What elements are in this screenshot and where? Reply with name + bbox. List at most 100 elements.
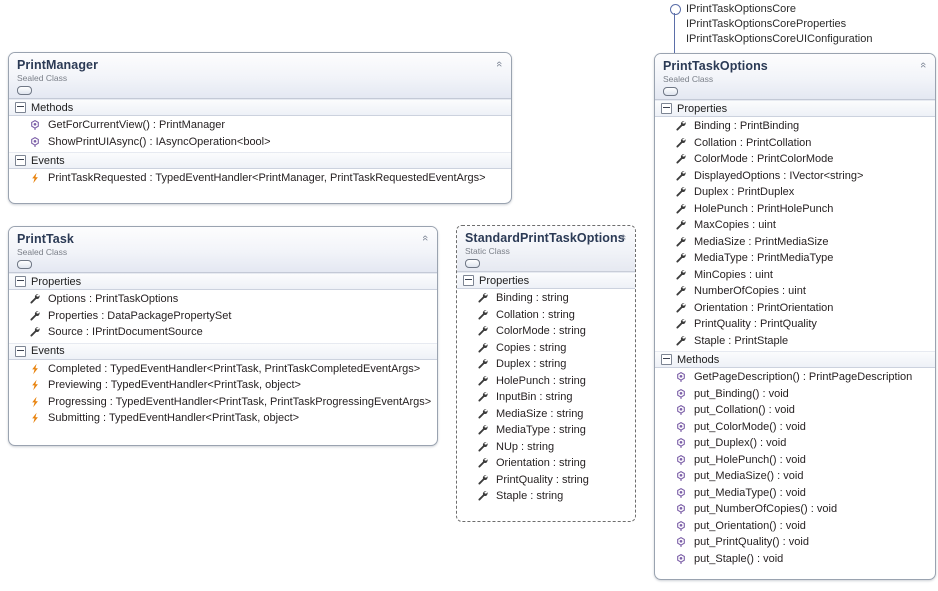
member-row[interactable]: DisplayedOptions : IVector<string>: [655, 168, 935, 185]
member-row[interactable]: MinCopies : uint: [655, 267, 935, 284]
member-row[interactable]: NumberOfCopies : uint: [655, 283, 935, 300]
member-row[interactable]: GetPageDescription() : PrintPageDescript…: [655, 369, 935, 386]
event-lightning-icon: [29, 172, 41, 184]
minus-box-icon[interactable]: [15, 155, 26, 166]
member-row[interactable]: put_Collation() : void: [655, 402, 935, 419]
method-icon: [675, 487, 687, 499]
collapse-chevron-icon[interactable]: «: [419, 232, 431, 244]
class-title: PrintManager: [17, 58, 99, 72]
member-row[interactable]: Previewing : TypedEventHandler<PrintTask…: [9, 377, 437, 394]
class-box-print-task[interactable]: « PrintTask Sealed Class Properties Options …: [8, 226, 438, 446]
member-signature: Duplex : PrintDuplex: [694, 186, 795, 199]
section-header-properties[interactable]: Properties: [457, 272, 635, 289]
member-row[interactable]: Staple : PrintStaple: [655, 333, 935, 350]
member-row[interactable]: Duplex : string: [457, 356, 635, 373]
method-icon: [675, 454, 687, 466]
class-stereotype: Sealed Class: [17, 73, 68, 83]
member-row[interactable]: ShowPrintUIAsync() : IAsyncOperation<boo…: [9, 134, 511, 151]
member-row[interactable]: MediaType : PrintMediaType: [655, 250, 935, 267]
member-row[interactable]: put_MediaType() : void: [655, 485, 935, 502]
property-wrench-icon: [675, 186, 687, 198]
member-signature: put_MediaSize() : void: [694, 470, 804, 483]
minus-box-icon[interactable]: [661, 103, 672, 114]
collapse-chevron-icon[interactable]: «: [493, 58, 505, 70]
section-header-events[interactable]: Events: [9, 342, 437, 360]
section-header-methods[interactable]: Methods: [655, 351, 935, 368]
property-wrench-icon: [477, 490, 489, 502]
class-box-print-manager[interactable]: « PrintManager Sealed Class Methods GetForCu…: [8, 52, 512, 204]
member-signature: put_ColorMode() : void: [694, 420, 806, 433]
section-label: Methods: [31, 101, 74, 114]
member-row[interactable]: GetForCurrentView() : PrintManager: [9, 117, 511, 134]
member-signature: put_Duplex() : void: [694, 437, 787, 450]
member-row[interactable]: put_ColorMode() : void: [655, 419, 935, 436]
member-row[interactable]: MediaSize : string: [457, 406, 635, 423]
property-wrench-icon: [675, 269, 687, 281]
member-row[interactable]: Progressing : TypedEventHandler<PrintTas…: [9, 394, 437, 411]
member-signature: Binding : string: [496, 292, 569, 305]
member-row[interactable]: put_PrintQuality() : void: [655, 534, 935, 551]
member-row[interactable]: MediaType : string: [457, 422, 635, 439]
member-row[interactable]: ColorMode : string: [457, 323, 635, 340]
method-icon: [29, 119, 41, 131]
member-row[interactable]: MediaSize : PrintMediaSize: [655, 234, 935, 251]
class-header-print-task-options: « PrintTaskOptions Sealed Class: [655, 54, 935, 100]
member-row[interactable]: Collation : PrintCollation: [655, 135, 935, 152]
member-row[interactable]: Copies : string: [457, 340, 635, 357]
member-row[interactable]: PrintTaskRequested : TypedEventHandler<P…: [9, 170, 511, 187]
member-row[interactable]: NUp : string: [457, 439, 635, 456]
member-row[interactable]: Duplex : PrintDuplex: [655, 184, 935, 201]
section-label: Properties: [479, 274, 530, 287]
member-row[interactable]: put_NumberOfCopies() : void: [655, 501, 935, 518]
class-box-print-task-options[interactable]: « PrintTaskOptions Sealed Class Properties B…: [654, 53, 936, 580]
member-row[interactable]: Completed : TypedEventHandler<PrintTask,…: [9, 361, 437, 378]
section-header-properties[interactable]: Properties: [9, 273, 437, 290]
collapse-chevron-icon[interactable]: «: [617, 231, 629, 243]
member-row[interactable]: put_Orientation() : void: [655, 518, 935, 535]
member-signature: HolePunch : PrintHolePunch: [694, 202, 834, 215]
method-icon: [675, 553, 687, 565]
section-header-events[interactable]: Events: [9, 152, 511, 169]
member-row[interactable]: Options : PrintTaskOptions: [9, 291, 437, 308]
collapse-chevron-icon[interactable]: «: [917, 59, 929, 71]
member-row[interactable]: put_Staple() : void: [655, 551, 935, 568]
member-row[interactable]: put_Binding() : void: [655, 386, 935, 403]
member-row[interactable]: PrintQuality : PrintQuality: [655, 316, 935, 333]
member-row[interactable]: Source : IPrintDocumentSource: [9, 324, 437, 341]
minus-box-icon[interactable]: [661, 354, 672, 365]
member-row[interactable]: Collation : string: [457, 307, 635, 324]
member-row[interactable]: ColorMode : PrintColorMode: [655, 151, 935, 168]
member-list: GetPageDescription() : PrintPageDescript…: [655, 368, 935, 569]
member-row[interactable]: HolePunch : PrintHolePunch: [655, 201, 935, 218]
minus-box-icon[interactable]: [463, 275, 474, 286]
member-row[interactable]: Staple : string: [457, 488, 635, 505]
method-icon: [675, 437, 687, 449]
event-lightning-icon: [29, 379, 41, 391]
member-signature: GetForCurrentView() : PrintManager: [48, 119, 226, 132]
member-signature: ShowPrintUIAsync() : IAsyncOperation<boo…: [48, 135, 271, 148]
class-box-standard-print-task-options[interactable]: «StandardPrintTaskOptions Static Class Pro…: [456, 225, 636, 522]
member-row[interactable]: InputBin : string: [457, 389, 635, 406]
member-row[interactable]: HolePunch : string: [457, 373, 635, 390]
member-row[interactable]: put_HolePunch() : void: [655, 452, 935, 469]
member-signature: MediaType : PrintMediaType: [694, 252, 834, 265]
section-header-properties[interactable]: Properties: [655, 100, 935, 117]
property-wrench-icon: [477, 292, 489, 304]
minus-box-icon[interactable]: [15, 276, 26, 287]
member-row[interactable]: Properties : DataPackagePropertySet: [9, 308, 437, 325]
member-row[interactable]: put_Duplex() : void: [655, 435, 935, 452]
property-wrench-icon: [29, 310, 41, 322]
minus-box-icon[interactable]: [15, 102, 26, 113]
member-row[interactable]: Submitting : TypedEventHandler<PrintTask…: [9, 410, 437, 427]
member-row[interactable]: Binding : PrintBinding: [655, 118, 935, 135]
section-label: Properties: [31, 275, 82, 288]
member-row[interactable]: PrintQuality : string: [457, 472, 635, 489]
section-header-methods[interactable]: Methods: [9, 99, 511, 116]
member-row[interactable]: Orientation : string: [457, 455, 635, 472]
minus-box-icon[interactable]: [15, 345, 26, 357]
member-row[interactable]: MaxCopies : uint: [655, 217, 935, 234]
class-header-standard-print-task-options: «StandardPrintTaskOptions Static Class: [457, 226, 635, 272]
member-row[interactable]: Binding : string: [457, 290, 635, 307]
member-row[interactable]: put_MediaSize() : void: [655, 468, 935, 485]
member-row[interactable]: Orientation : PrintOrientation: [655, 300, 935, 317]
